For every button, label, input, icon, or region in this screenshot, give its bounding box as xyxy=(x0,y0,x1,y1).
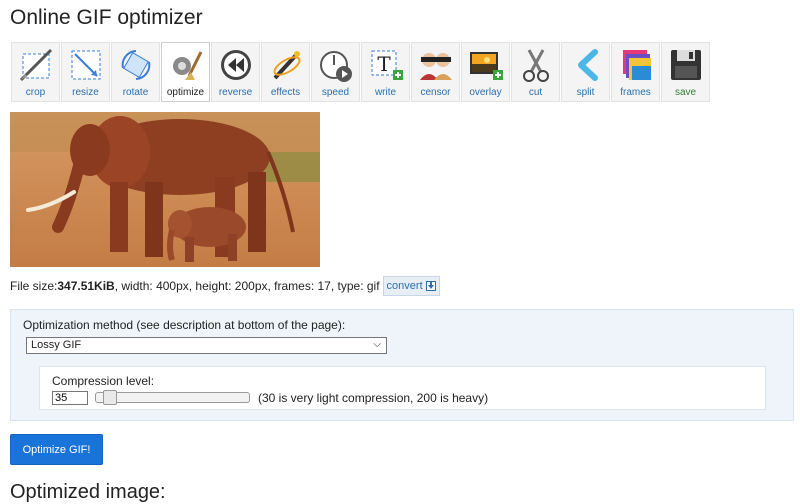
tool-overlay[interactable]: overlay xyxy=(461,42,510,102)
tool-speed[interactable]: speed xyxy=(311,42,360,102)
tool-split[interactable]: split xyxy=(561,42,610,102)
compression-hint: (30 is very light compression, 200 is he… xyxy=(258,391,489,405)
slider-handle[interactable] xyxy=(103,390,117,405)
reverse-icon xyxy=(216,45,256,85)
compression-input[interactable] xyxy=(52,391,88,405)
method-select-value: Lossy GIF xyxy=(31,339,82,351)
write-icon: T xyxy=(366,45,406,85)
tool-crop[interactable]: crop xyxy=(11,42,60,102)
tool-save[interactable]: save xyxy=(661,42,710,102)
gif-preview-image xyxy=(10,112,320,267)
method-select[interactable]: Lossy GIF ⌵ xyxy=(26,337,387,354)
censor-icon xyxy=(416,45,456,85)
effects-icon xyxy=(266,45,306,85)
tool-label: frames xyxy=(620,87,651,98)
optimize-button[interactable]: Optimize GIF! xyxy=(10,434,103,465)
tool-label: save xyxy=(674,87,697,98)
tool-label: effects xyxy=(270,87,301,98)
frames-icon xyxy=(616,45,656,85)
optimize-icon xyxy=(166,45,206,85)
file-info: File size: 347.51KiB , width: 400px, hei… xyxy=(10,276,440,296)
optimized-image-heading: Optimized image: xyxy=(10,481,166,503)
compression-label: Compression level: xyxy=(52,374,155,388)
elephant-photo xyxy=(10,112,320,267)
tool-rotate[interactable]: rotate xyxy=(111,42,160,102)
file-info-prefix: File size: xyxy=(10,279,58,293)
page-title: Online GIF optimizer xyxy=(10,6,203,29)
tool-label: speed xyxy=(321,87,350,98)
resize-icon xyxy=(66,45,106,85)
download-icon xyxy=(425,281,436,291)
tool-label: crop xyxy=(25,87,46,98)
convert-button[interactable]: convert xyxy=(382,276,440,296)
chevron-down-icon: ⌵ xyxy=(373,339,381,350)
convert-label: convert xyxy=(386,280,423,292)
split-icon xyxy=(566,45,606,85)
tool-label: rotate xyxy=(122,87,149,98)
tool-effects[interactable]: effects xyxy=(261,42,310,102)
tool-write[interactable]: T write xyxy=(361,42,410,102)
file-size-value: 347.51KiB xyxy=(57,279,115,293)
compression-slider[interactable] xyxy=(95,390,250,405)
speed-icon xyxy=(316,45,356,85)
scissors-icon xyxy=(516,45,556,85)
tool-label: censor xyxy=(420,87,451,98)
file-info-details: , width: 400px, height: 200px, frames: 1… xyxy=(114,279,380,293)
tool-label: cut xyxy=(528,87,543,98)
tool-resize[interactable]: resize xyxy=(61,42,110,102)
rotate-icon xyxy=(116,45,156,85)
tool-reverse[interactable]: reverse xyxy=(211,42,260,102)
tool-label: overlay xyxy=(469,87,502,98)
save-icon xyxy=(666,45,706,85)
tool-label: optimize xyxy=(166,87,205,98)
tool-censor[interactable]: censor xyxy=(411,42,460,102)
tool-frames[interactable]: frames xyxy=(611,42,660,102)
tool-label: resize xyxy=(72,87,99,98)
compression-panel: Compression level: (30 is very light com… xyxy=(39,366,766,410)
tool-label: write xyxy=(374,87,397,98)
tool-label: split xyxy=(576,87,595,98)
overlay-icon xyxy=(466,45,506,85)
tool-label: reverse xyxy=(218,87,253,98)
optimization-panel: Optimization method (see description at … xyxy=(10,309,794,421)
svg-text:T: T xyxy=(377,52,391,76)
tool-toolbar: crop resize rotate optimize reverse effe… xyxy=(11,42,710,102)
crop-icon xyxy=(16,45,56,85)
tool-cut[interactable]: cut xyxy=(511,42,560,102)
method-label: Optimization method (see description at … xyxy=(23,318,346,332)
tool-optimize[interactable]: optimize xyxy=(161,42,210,102)
